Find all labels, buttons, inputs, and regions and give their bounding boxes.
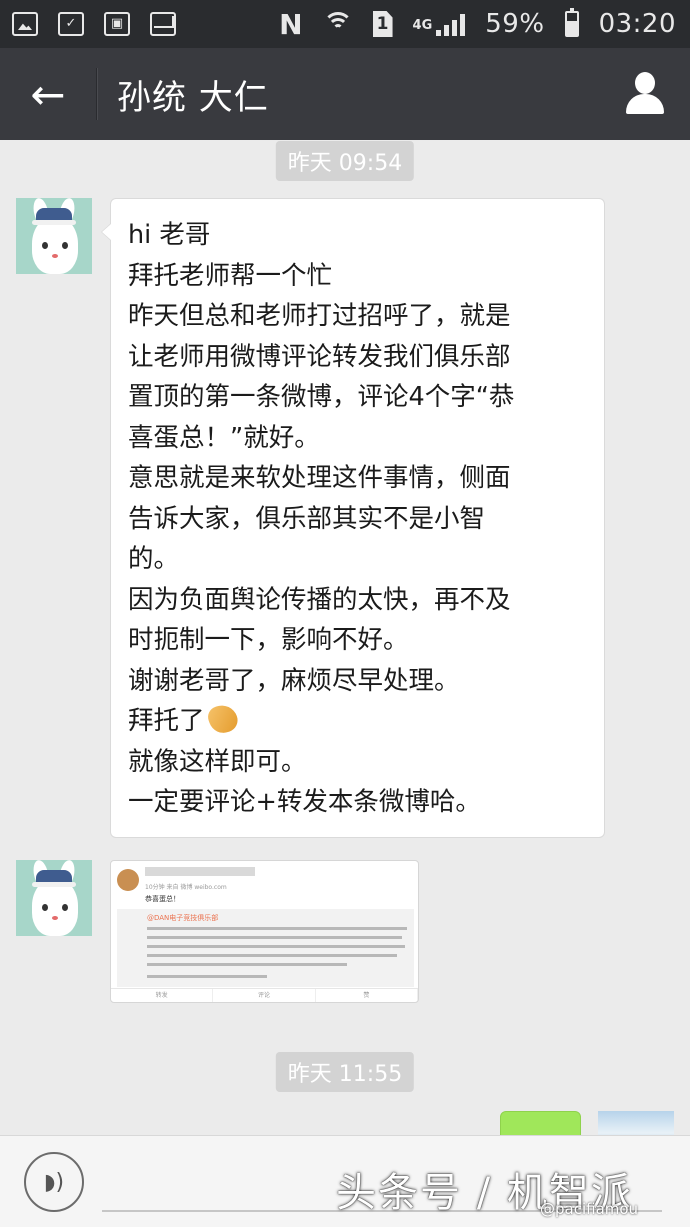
message-line: 喜蛋总！”就好。 [128,422,320,453]
clock: 03:20 [598,9,676,39]
weibo-like-action: 赞 [316,989,418,1002]
sim-icon: 1 [372,11,393,37]
voice-icon: ◗) [43,1169,65,1195]
nfc-icon: N [279,7,303,41]
message-line: 昨天但总和老师打过招呼了，就是 [128,301,511,331]
timestamp: 昨天 09:54 [275,141,415,181]
message-line: 时扼制一下，影响不好。 [128,625,409,655]
praying-hands-icon [204,701,241,737]
network-type: 4G [412,17,433,33]
message-line: 意思就是来软处理这件事情，侧面 [128,463,511,493]
message-line: 谢谢老哥了，麻烦尽早处理。 [128,665,460,696]
weibo-repost-action: 转发 [111,989,214,1002]
screen-icon: ▣ [104,12,130,36]
voice-input-button[interactable]: ◗) [24,1152,84,1212]
weibo-repost-name: @DAN电子竞技俱乐部 [147,914,219,922]
weibo-avatar [117,869,139,891]
header-divider [96,68,97,120]
status-bar: ✓ ▣ N 1 4G 59% 03:20 [0,0,690,48]
weibo-actions: 转发 评论 赞 [111,988,418,1002]
message-text: 拜托了 [128,706,205,736]
gallery-icon [12,12,38,36]
weibo-repost: @DAN电子竞技俱乐部 [117,909,414,987]
weibo-comment-action: 评论 [213,989,316,1002]
checklist-icon: ✓ [58,12,84,36]
image-message[interactable]: 10分钟 来自 微博 weibo.com 恭喜蛋总！ @DAN电子竞技俱乐部 转… [110,860,419,1003]
chat-header: ← 孙统 大仁 [0,48,690,140]
weibo-meta: 10分钟 来自 微博 weibo.com [145,884,227,891]
mail-icon [150,12,176,36]
status-indicators: N 1 4G 59% 03:20 [279,8,676,41]
timestamp: 昨天 11:55 [275,1052,415,1092]
back-button[interactable]: ← [0,48,96,140]
chat-title: 孙统 大仁 [117,77,269,118]
message-line: 就像这样即可。 [128,746,307,777]
wifi-icon [322,12,353,36]
message-line: hi 老哥 [128,220,211,250]
signal-icon [436,12,466,36]
contact-avatar[interactable] [16,860,92,936]
message-line: 的。 [128,544,180,574]
message-line: 拜托老师帮一个忙 [128,260,333,291]
battery-icon [564,8,579,37]
battery-percent: 59% [485,9,545,39]
message-line: 置顶的第一条微博，评论4个字“恭 [128,382,515,412]
watermark-handle: @pacifiamou [540,1200,639,1218]
message-line: 告诉大家，俱乐部其实不是小智 [128,503,486,534]
weibo-name-blurred [145,867,255,876]
message-line: 因为负面舆论传播的太快，再不及 [128,584,511,615]
profile-button[interactable] [624,72,666,114]
status-notifications: ✓ ▣ [12,12,176,36]
message-line: 一定要评论+转发本条微博哈。 [128,787,481,817]
message-line-with-emoji: 拜托了 [128,701,590,742]
weibo-comment: 恭喜蛋总！ [145,895,180,903]
contact-avatar[interactable] [16,198,92,274]
received-message-bubble[interactable]: hi 老哥 拜托老师帮一个忙 昨天但总和老师打过招呼了，就是 让老师用微博评论转… [101,198,605,838]
message-line: 让老师用微博评论转发我们俱乐部 [128,341,511,372]
arrow-left-icon: ← [30,69,66,119]
